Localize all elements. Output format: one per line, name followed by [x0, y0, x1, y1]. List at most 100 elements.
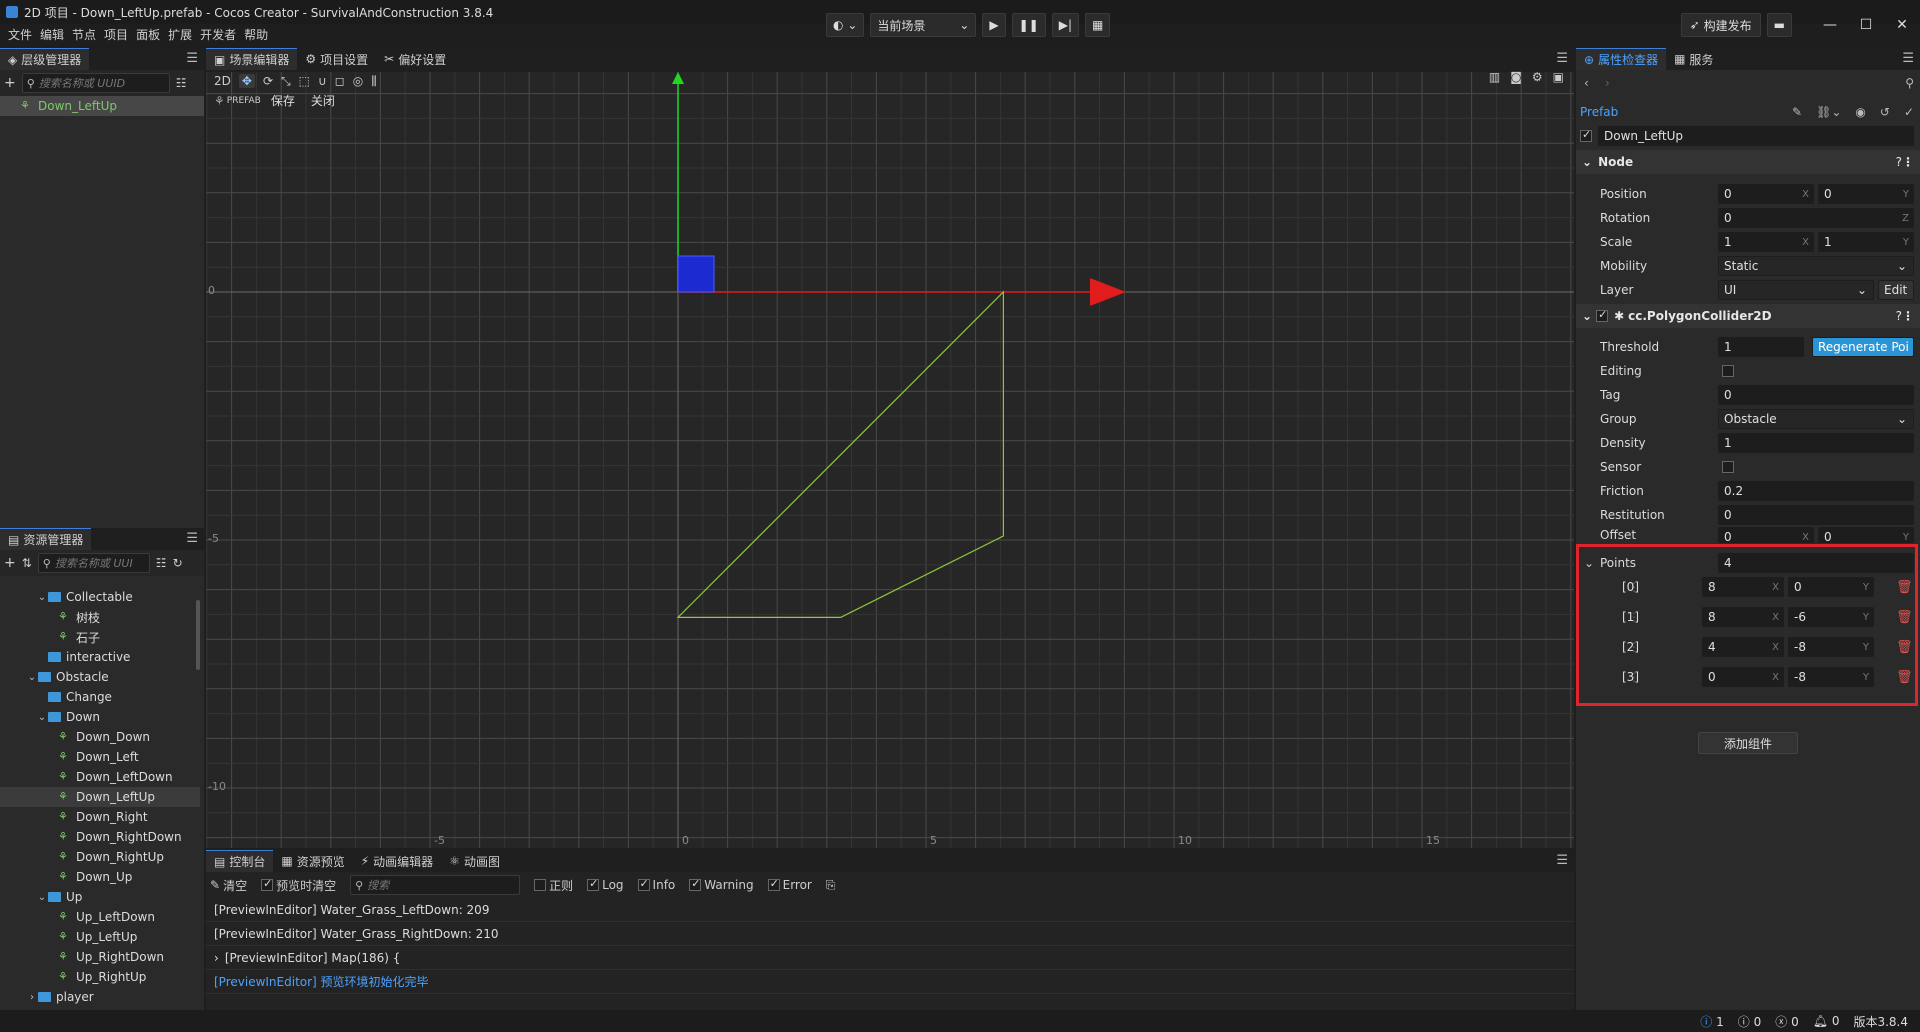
log-entry[interactable]: [PreviewInEditor] 预览环境初始化完毕	[206, 970, 1574, 994]
prefab-close-button[interactable]: 关闭	[311, 92, 335, 109]
menu-icon[interactable]: ☰	[1556, 51, 1568, 66]
clear-button[interactable]: ✎ 清空	[210, 877, 247, 894]
menu-file[interactable]: 文件	[8, 26, 32, 43]
point-y-input[interactable]: -6 Y	[1788, 607, 1874, 627]
regex-checkbox[interactable]: 正则	[534, 877, 573, 894]
editing-checkbox[interactable]	[1722, 365, 1734, 377]
asset-tree-item[interactable]: ⚘ Down_Left	[0, 747, 200, 767]
menu-project[interactable]: 项目	[104, 26, 128, 43]
asset-tree-item[interactable]: › player	[0, 987, 200, 1007]
console-search-input[interactable]: ⚲ 搜索	[350, 875, 521, 895]
collider-section-header[interactable]: ⌄✱cc.PolygonCollider2D?⋮	[1576, 304, 1920, 328]
scale-x-input[interactable]: 1X	[1718, 232, 1814, 252]
tab-preferences[interactable]: ✂ 偏好设置	[376, 48, 454, 70]
locate-icon[interactable]: ◉	[1855, 105, 1865, 119]
move-tool-icon[interactable]: ✥	[238, 74, 255, 88]
tab-console[interactable]: ▤ 控制台	[206, 850, 274, 872]
scale-y-input[interactable]: 1Y	[1818, 232, 1914, 252]
point-y-input[interactable]: -8 Y	[1788, 637, 1874, 657]
asset-tree-item[interactable]: ⚘ Down_RightDown	[0, 827, 200, 847]
folder-button[interactable]: ▬	[1766, 13, 1792, 37]
forward-arrow-icon[interactable]: ›	[1605, 76, 1610, 90]
menu-icon[interactable]: ☰	[1902, 51, 1914, 66]
scene-select[interactable]: 当前场景 ⌄	[870, 13, 977, 37]
menu-icon[interactable]: ☰	[186, 531, 198, 546]
device-button[interactable]: ▦	[1085, 13, 1111, 37]
refresh-icon[interactable]: ↻	[173, 556, 183, 570]
asset-tree-item[interactable]: ⚘ Down_Down	[0, 727, 200, 747]
sensor-checkbox[interactable]	[1722, 461, 1734, 473]
tab-asset-preview[interactable]: ▦ 资源预览	[273, 850, 352, 872]
group-select[interactable]: Obstacle ⌄	[1718, 409, 1914, 429]
apply-icon[interactable]: ✓	[1904, 105, 1914, 119]
offset-x-input[interactable]: 0X	[1718, 527, 1814, 543]
info-count[interactable]: ⓘ 1	[1700, 1013, 1723, 1030]
prefab-save-button[interactable]: 保存	[271, 92, 295, 109]
menu-node[interactable]: 节点	[72, 26, 96, 43]
back-arrow-icon[interactable]: ‹	[1584, 76, 1589, 90]
chevron-down-icon[interactable]: ⌄	[1584, 556, 1594, 570]
asset-tree-item[interactable]: ⚘ 树枝	[0, 607, 200, 627]
error-filter-checkbox[interactable]: Error	[767, 877, 812, 892]
asset-tree-item[interactable]: ⚘ Up_RightUp	[0, 967, 200, 987]
add-asset-button[interactable]: +	[4, 555, 16, 571]
log-entry-expandable[interactable]: › [PreviewInEditor] Map(186) {	[206, 946, 1574, 970]
tab-services[interactable]: ▦ 服务	[1666, 48, 1721, 70]
preview-clear-checkbox[interactable]: 预览时清空	[261, 877, 336, 894]
menu-edit[interactable]: 编辑	[40, 26, 64, 43]
tab-scene-editor[interactable]: ▣ 场景编辑器	[206, 48, 298, 70]
point-x-input[interactable]: 0X	[1702, 667, 1784, 687]
asset-tree-item[interactable]: interactive	[0, 647, 200, 667]
log-entry[interactable]: [PreviewInEditor] Water_Grass_LeftDown: …	[206, 898, 1574, 922]
asset-tree-item[interactable]: ⌄ Collectable	[0, 587, 200, 607]
point-x-input[interactable]: 8X	[1702, 577, 1784, 597]
asset-tree-item[interactable]: ⚘ Down_LeftDown	[0, 767, 200, 787]
align-tool-icon[interactable]: ⫼	[371, 74, 377, 89]
asset-tree-item[interactable]: ⌄ Up	[0, 887, 200, 907]
scale-tool-icon[interactable]: ⤡	[281, 74, 291, 89]
gear-icon[interactable]: ⚙	[1532, 70, 1543, 84]
component-enabled-checkbox[interactable]	[1596, 308, 1609, 322]
offset-y-input[interactable]: 0Y	[1818, 527, 1914, 543]
log-filter-checkbox[interactable]: Log	[587, 877, 624, 892]
sort-icon[interactable]: ☷	[176, 76, 187, 90]
node-section-header[interactable]: ⌄ Node? ⋮	[1576, 150, 1920, 174]
asset-tree-item[interactable]: ⚘ Down_Up	[0, 867, 200, 887]
add-component-button[interactable]: 添加组件	[1698, 732, 1798, 754]
asset-tree-item[interactable]: ⌄ Down	[0, 707, 200, 727]
pin-icon[interactable]: ⚲	[1905, 76, 1914, 90]
copy-icon[interactable]: ⎘	[826, 878, 836, 893]
info-filter-checkbox[interactable]: Info	[637, 877, 675, 892]
rotation-z-input[interactable]: 0Z	[1718, 208, 1914, 228]
hierarchy-item-root[interactable]: ⚘ Down_LeftUp	[0, 96, 204, 116]
asset-tree-item[interactable]: ⚘ Down_RightUp	[0, 847, 200, 867]
more-icon[interactable]: ⋮	[1902, 155, 1914, 169]
asset-tree-item[interactable]: Change	[0, 687, 200, 707]
delete-point-icon[interactable]: 🗑︎	[1896, 580, 1913, 595]
unlink-icon[interactable]: ⛓⌄	[1816, 105, 1841, 119]
chevron-down-icon[interactable]: ⌄	[36, 712, 48, 723]
maximize-button[interactable]: ☐	[1848, 17, 1884, 33]
point-x-input[interactable]: 4X	[1702, 637, 1784, 657]
notification-count[interactable]: 🔔︎ 0	[1813, 1014, 1840, 1028]
menu-icon[interactable]: ☰	[186, 51, 198, 66]
asset-tree-item[interactable]: ⚘ Down_Right	[0, 807, 200, 827]
camera-icon[interactable]: ◙	[1510, 70, 1522, 84]
close-window-button[interactable]: ✕	[1884, 17, 1920, 33]
tab-inspector[interactable]: ⊕ 属性检查器	[1576, 48, 1667, 70]
mode-2d-toggle[interactable]: 2D	[214, 74, 231, 88]
assets-scrollbar[interactable]	[196, 600, 200, 670]
asset-tree-item[interactable]: ⚘ Up_LeftUp	[0, 927, 200, 947]
revert-icon[interactable]: ↺	[1880, 105, 1890, 119]
hierarchy-search-input[interactable]: ⚲ 搜索名称或 UUID	[21, 73, 170, 93]
node-active-checkbox[interactable]	[1580, 128, 1592, 142]
pause-button[interactable]: ❚❚	[1011, 13, 1046, 37]
tag-input[interactable]: 0	[1718, 385, 1914, 405]
mobility-select[interactable]: Static ⌄	[1718, 256, 1914, 276]
chevron-down-icon[interactable]: ⌄	[26, 672, 38, 683]
menu-help[interactable]: 帮助	[244, 26, 268, 43]
node-name-input[interactable]: Down_LeftUp	[1598, 126, 1914, 146]
warning-filter-checkbox[interactable]: Warning	[689, 877, 754, 892]
play-button[interactable]: ▶	[982, 13, 1006, 37]
chevron-down-icon[interactable]: ⌄	[36, 592, 48, 603]
